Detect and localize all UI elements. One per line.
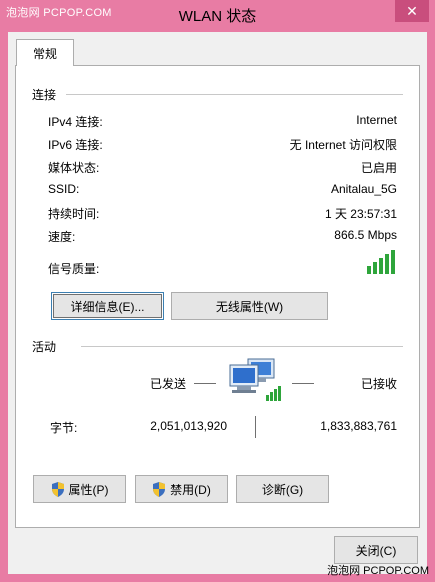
general-panel: 连接 IPv4 连接: Internet IPv6 连接: 无 Internet… (15, 65, 420, 528)
watermark-bottom: 泡泡网 PCPOP.COM (327, 565, 429, 577)
signal-strength-icon (367, 250, 397, 274)
speed-label: 速度: (48, 230, 76, 244)
received-connector (292, 383, 314, 384)
ipv4-value: Internet (356, 113, 397, 127)
tab-general-label: 常规 (32, 46, 57, 61)
signal-bar (385, 254, 389, 274)
dialog-client: 常规 连接 IPv4 连接: Internet IPv6 连接: 无 Inter… (8, 32, 427, 574)
activity-divider (81, 346, 403, 347)
title-bar: 泡泡网 PCPOP.COM WLAN 状态 ✕ (0, 0, 435, 32)
bytes-sent-value: 2,051,013,920 (150, 419, 227, 433)
disable-button-label: 禁用(D) (170, 482, 211, 497)
activity-section-label: 活动 (32, 340, 57, 354)
details-button-label: 详细信息(E)... (70, 299, 145, 314)
properties-button-label: 属性(P) (68, 482, 109, 497)
ssid-label: SSID: (48, 182, 80, 196)
signal-quality-label: 信号质量: (48, 262, 100, 276)
media-state-label: 媒体状态: (48, 161, 100, 175)
close-button[interactable]: 关闭(C) (334, 536, 418, 564)
network-computers-icon (229, 358, 281, 401)
duration-label: 持续时间: (48, 207, 100, 221)
disable-button[interactable]: 禁用(D) (135, 475, 228, 503)
received-label: 已接收 (360, 377, 397, 391)
details-button[interactable]: 详细信息(E)... (51, 292, 164, 320)
signal-bar (391, 250, 395, 274)
close-button-label: 关闭(C) (355, 543, 397, 558)
diagnose-button-label: 诊断(G) (261, 482, 304, 497)
ipv6-value: 无 Internet 访问权限 (289, 138, 397, 152)
wireless-properties-button[interactable]: 无线属性(W) (171, 292, 328, 320)
properties-button[interactable]: 属性(P) (33, 475, 126, 503)
connection-divider (66, 94, 403, 95)
sent-label: 已发送 (150, 377, 187, 391)
bytes-received-value: 1,833,883,761 (320, 419, 397, 433)
ipv6-label: IPv6 连接: (48, 138, 103, 152)
bytes-divider (255, 416, 256, 438)
bytes-label: 字节: (50, 421, 78, 435)
diagnose-button[interactable]: 诊断(G) (236, 475, 329, 503)
connection-section-label: 连接 (32, 88, 57, 102)
media-state-value: 已启用 (360, 161, 397, 175)
signal-bar (373, 262, 377, 274)
ssid-value: Anitalau_5G (330, 182, 397, 196)
uac-shield-icon (51, 481, 64, 497)
close-window-button[interactable]: ✕ (395, 0, 429, 22)
sent-connector (194, 383, 216, 384)
signal-bar (367, 266, 371, 274)
speed-value: 866.5 Mbps (334, 228, 397, 242)
ipv4-label: IPv4 连接: (48, 115, 103, 129)
tab-general[interactable]: 常规 (16, 39, 74, 66)
close-icon: ✕ (406, 2, 418, 19)
uac-shield-icon (153, 481, 166, 497)
duration-value: 1 天 23:57:31 (324, 207, 397, 221)
signal-bar (379, 258, 383, 274)
wireless-properties-button-label: 无线属性(W) (215, 299, 284, 314)
window-title: WLAN 状态 (178, 8, 257, 25)
